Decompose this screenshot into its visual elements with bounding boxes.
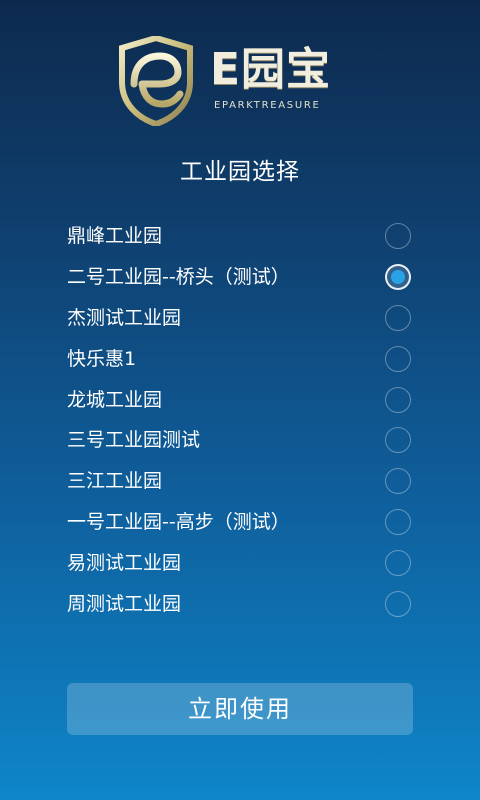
park-option-label: 一号工业园--高步（测试） — [67, 510, 290, 533]
park-option-zhou[interactable]: 周测试工业园 — [0, 583, 480, 624]
radio-unchecked-icon[interactable] — [385, 223, 411, 250]
logo-title: E园宝 — [210, 44, 332, 95]
e-shield-logo-icon — [119, 36, 193, 126]
use-now-button[interactable]: 立即使用 — [67, 683, 413, 735]
park-option-label: 二号工业园--桥头（测试） — [67, 266, 290, 289]
park-option-jie[interactable]: 杰测试工业园 — [0, 298, 480, 339]
radio-unchecked-icon[interactable] — [385, 427, 411, 454]
app-logo: E园宝 EPARKTREASURE — [118, 36, 368, 126]
park-option-label: 周测试工业园 — [67, 592, 182, 615]
radio-checked-icon[interactable] — [385, 264, 411, 291]
park-option-label: 快乐惠1 — [67, 347, 137, 370]
radio-unchecked-icon[interactable] — [385, 386, 411, 413]
park-option-label: 杰测试工业园 — [67, 306, 182, 329]
page-title: 工业园选择 — [180, 159, 300, 185]
park-option-label: 三江工业园 — [67, 470, 163, 493]
park-option-label: 易测试工业园 — [67, 551, 182, 574]
park-option-yi[interactable]: 易测试工业园 — [0, 542, 480, 583]
radio-unchecked-icon[interactable] — [385, 508, 411, 535]
park-option-dingfeng[interactable]: 鼎峰工业园 — [0, 216, 480, 257]
park-option-sanjiang[interactable]: 三江工业园 — [0, 461, 480, 502]
logo-subtitle: EPARKTREASURE — [214, 100, 321, 111]
park-option-longcheng[interactable]: 龙城工业园 — [0, 379, 480, 420]
park-option-label: 龙城工业园 — [67, 388, 163, 411]
park-option-yihao-gaobu[interactable]: 一号工业园--高步（测试） — [0, 502, 480, 543]
park-option-sanhao[interactable]: 三号工业园测试 — [0, 420, 480, 461]
park-option-kuaile[interactable]: 快乐惠1 — [0, 338, 480, 379]
park-option-erhao-qiaotou[interactable]: 二号工业园--桥头（测试） — [0, 257, 480, 298]
park-option-label: 鼎峰工业园 — [67, 225, 163, 248]
radio-unchecked-icon[interactable] — [385, 468, 411, 495]
park-list: 鼎峰工业园 二号工业园--桥头（测试） 杰测试工业园 快乐惠1 龙城工业园 三号… — [0, 216, 480, 624]
radio-unchecked-icon[interactable] — [385, 590, 411, 617]
radio-unchecked-icon[interactable] — [385, 304, 411, 331]
radio-unchecked-icon[interactable] — [385, 345, 411, 372]
radio-unchecked-icon[interactable] — [385, 549, 411, 576]
park-option-label: 三号工业园测试 — [67, 429, 201, 452]
